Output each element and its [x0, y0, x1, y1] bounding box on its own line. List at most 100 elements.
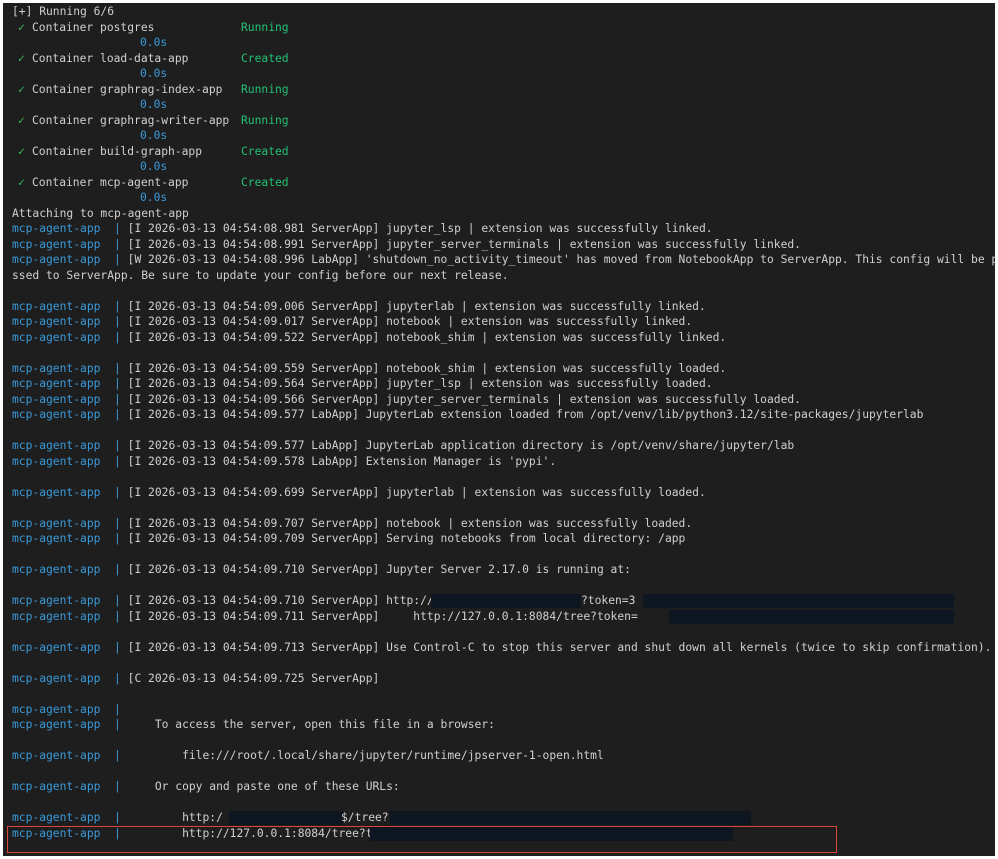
log-separator: | [114, 563, 121, 576]
log-text: [W 2026-03-13 04:54:08.996 LabApp] 'shut… [127, 253, 995, 266]
log-prefix: mcp-agent-app [12, 811, 101, 824]
redaction-block [669, 609, 954, 624]
log-separator: | [114, 222, 121, 235]
log-prefix: mcp-agent-app [12, 532, 101, 545]
log-separator: | [114, 439, 121, 452]
log-separator: | [114, 609, 121, 623]
log-text: [I 2026-03-13 04:54:09.578 LabApp] Exten… [127, 454, 557, 468]
check-icon: ✓ [18, 82, 25, 96]
log-prefix: mcp-agent-app [12, 222, 101, 235]
redaction-block [229, 811, 343, 825]
attaching-line: Attaching to mcp-agent-app [12, 206, 189, 220]
container-status: Created [241, 175, 289, 189]
container-time: 0.0s [140, 36, 168, 49]
log-line: mcp-agent-app | [I 2026-03-13 04:54:09.7… [12, 531, 995, 547]
log-text: [I 2026-03-13 04:54:09.522 ServerApp] no… [127, 330, 727, 344]
log-text: [I 2026-03-13 04:54:08.991 ServerApp] ju… [127, 237, 801, 251]
container-time: 0.0s [140, 129, 168, 142]
log-text: [I 2026-03-13 04:54:09.710 ServerApp] Ju… [127, 563, 631, 576]
log-prefix: mcp-agent-app [12, 516, 101, 530]
log-prefix: mcp-agent-app [12, 594, 101, 607]
log-separator: | [114, 392, 121, 406]
log-separator: | [114, 237, 121, 251]
log-separator: | [114, 253, 121, 266]
log-prefix: mcp-agent-app [12, 237, 101, 251]
container-row: ✓ Container mcp-agent-app Created [12, 175, 995, 191]
log-separator: | [114, 640, 121, 654]
log-separator: | [114, 485, 121, 499]
container-time: 0.0s [140, 160, 168, 173]
container-time: 0.0s [140, 67, 168, 80]
log-line: mcp-agent-app | [I 2026-03-13 04:54:09.5… [12, 454, 995, 470]
log-text: http:/ [127, 811, 223, 824]
container-row: ✓ Container postgres Running [12, 20, 995, 36]
check-icon: ✓ [18, 113, 25, 127]
log-text: [I 2026-03-13 04:54:09.017 ServerApp] no… [127, 315, 693, 328]
log-prefix: mcp-agent-app [12, 485, 101, 499]
container-row: ✓ Container load-data-app Created [12, 51, 995, 67]
log-line: mcp-agent-app | [I 2026-03-13 04:54:08.9… [12, 237, 995, 253]
log-prefix: mcp-agent-app [12, 361, 101, 375]
log-text: [I 2026-03-13 04:54:09.577 LabApp] Jupyt… [127, 408, 924, 421]
container-label: Container postgres [32, 20, 155, 34]
log-separator: | [114, 780, 121, 793]
log-prefix: mcp-agent-app [12, 749, 101, 762]
log-separator: | [114, 671, 121, 685]
log-prefix: mcp-agent-app [12, 640, 101, 654]
log-line: mcp-agent-app | Or copy and paste one of… [12, 779, 995, 795]
log-line: mcp-agent-app | [W 2026-03-13 04:54:08.9… [12, 252, 995, 268]
check-icon: ✓ [18, 51, 25, 65]
log-text: [I 2026-03-13 04:54:09.006 ServerApp] ju… [127, 299, 706, 313]
log-line: mcp-agent-app | [I 2026-03-13 04:54:09.7… [12, 516, 995, 532]
log-separator: | [114, 811, 121, 824]
container-label: Container graphrag-index-app [32, 82, 223, 96]
container-label: Container graphrag-writer-app [32, 113, 230, 127]
log-text: Or copy and paste one of these URLs: [127, 780, 400, 793]
log-text: [I 2026-03-13 04:54:09.707 ServerApp] no… [127, 516, 693, 530]
log-prefix: mcp-agent-app [12, 439, 101, 452]
log-line: mcp-agent-app | [I 2026-03-13 04:54:09.5… [12, 438, 995, 454]
log-separator: | [114, 594, 121, 607]
log-line: mcp-agent-app | [I 2026-03-13 04:54:09.5… [12, 376, 995, 392]
log-line: mcp-agent-app | [I 2026-03-13 04:54:09.7… [12, 562, 995, 578]
redaction-block [643, 594, 954, 608]
log-separator: | [114, 454, 121, 468]
container-label: Container build-graph-app [32, 144, 203, 158]
container-row: ✓ Container graphrag-writer-app Running [12, 113, 995, 129]
log-line: mcp-agent-app | [I 2026-03-13 04:54:09.5… [12, 407, 995, 423]
log-prefix: mcp-agent-app [12, 330, 101, 344]
log-prefix: mcp-agent-app [12, 780, 101, 793]
log-separator: | [114, 315, 121, 328]
log-line: mcp-agent-app | file:///root/.local/shar… [12, 748, 995, 764]
log-text: [I 2026-03-13 04:54:09.577 LabApp] Jupyt… [127, 439, 795, 452]
log-text: [I 2026-03-13 04:54:09.566 ServerApp] ju… [127, 392, 801, 406]
log-separator: | [114, 516, 121, 530]
log-continuation: ssed to ServerApp. Be sure to update you… [12, 268, 509, 282]
redaction-block [431, 594, 581, 608]
log-prefix: mcp-agent-app [12, 408, 101, 421]
log-line: mcp-agent-app | [I 2026-03-13 04:54:09.5… [12, 392, 995, 408]
log-text: To access the server, open this file in … [127, 718, 495, 731]
log-prefix: mcp-agent-app [12, 563, 101, 576]
container-status: Running [241, 20, 289, 34]
terminal-window[interactable]: [+] Running 6/6 ✓ Container postgres Run… [3, 3, 995, 856]
container-status: Running [241, 113, 289, 127]
log-text: [I 2026-03-13 04:54:09.710 ServerApp] ht… [127, 594, 441, 607]
log-line: mcp-agent-app | [C 2026-03-13 04:54:09.7… [12, 671, 995, 687]
log-text: [I 2026-03-13 04:54:09.564 ServerApp] ju… [127, 377, 713, 390]
log-separator: | [114, 532, 121, 545]
container-row: ✓ Container build-graph-app Created [12, 144, 995, 160]
container-status: Created [241, 51, 289, 65]
log-line: mcp-agent-app | [12, 702, 995, 718]
redaction-block [390, 811, 751, 825]
log-text: [I 2026-03-13 04:54:09.709 ServerApp] Se… [127, 532, 686, 545]
log-prefix: mcp-agent-app [12, 315, 101, 328]
highlight-annotation-box [7, 826, 837, 853]
container-label: Container mcp-agent-app [32, 175, 189, 189]
log-line: mcp-agent-app | [I 2026-03-13 04:54:09.0… [12, 314, 995, 330]
log-separator: | [114, 377, 121, 390]
log-prefix: mcp-agent-app [12, 299, 101, 313]
log-line: mcp-agent-app | [I 2026-03-13 04:54:09.7… [12, 640, 995, 656]
log-text: [I 2026-03-13 04:54:09.713 ServerApp] Us… [127, 640, 992, 654]
log-text: [I 2026-03-13 04:54:09.559 ServerApp] no… [127, 361, 727, 375]
